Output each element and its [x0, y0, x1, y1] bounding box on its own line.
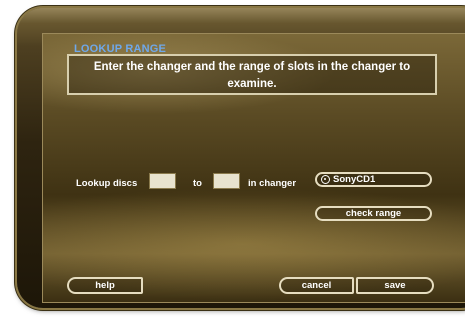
save-button[interactable]: save [356, 277, 434, 294]
help-label: help [95, 280, 115, 291]
check-range-label: check range [345, 208, 402, 219]
instruction-box: Enter the changer and the range of slots… [67, 54, 437, 95]
disc-icon [321, 175, 330, 184]
to-slot-input[interactable] [213, 173, 240, 189]
help-button[interactable]: help [67, 277, 143, 294]
lookup-discs-label: Lookup discs [76, 178, 138, 189]
to-label: to [193, 178, 202, 189]
cancel-button[interactable]: cancel [279, 277, 354, 294]
check-range-button[interactable]: check range [315, 206, 432, 221]
save-label: save [384, 280, 406, 291]
in-changer-label: in changer [248, 178, 297, 189]
cancel-label: cancel [301, 280, 332, 291]
from-slot-input[interactable] [149, 173, 176, 189]
changer-select[interactable]: SonyCD1 [315, 172, 432, 187]
changer-value: SonyCD1 [333, 174, 376, 185]
